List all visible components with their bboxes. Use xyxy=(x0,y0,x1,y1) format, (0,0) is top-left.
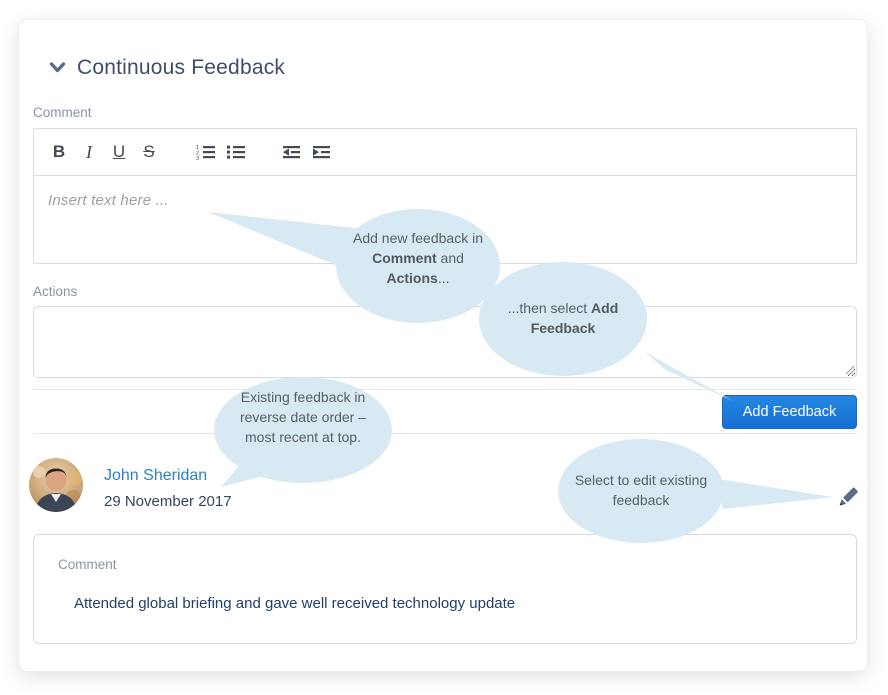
ordered-list-icon[interactable]: 1 2 3 xyxy=(192,137,218,167)
underline-button[interactable]: U xyxy=(106,137,132,167)
feedback-comment-label: Comment xyxy=(58,557,117,572)
bullet-list-icon[interactable] xyxy=(222,137,248,167)
avatar[interactable] xyxy=(29,458,83,512)
add-feedback-button[interactable]: Add Feedback xyxy=(722,395,857,429)
chevron-down-icon[interactable] xyxy=(49,61,66,75)
feedback-author-link[interactable]: John Sheridan xyxy=(104,467,207,485)
edit-feedback-button[interactable] xyxy=(833,483,863,513)
comment-field-label: Comment xyxy=(33,105,92,120)
feedback-date: 29 November 2017 xyxy=(104,493,232,510)
page-title: Continuous Feedback xyxy=(77,56,285,80)
feedback-comment-text: Attended global briefing and gave well r… xyxy=(74,595,515,612)
continuous-feedback-page: Continuous Feedback Comment B I U S 1 2 … xyxy=(0,0,888,695)
actions-field-label: Actions xyxy=(33,284,77,299)
continuous-feedback-card: Continuous Feedback Comment B I U S 1 2 … xyxy=(18,19,868,672)
outdent-icon[interactable] xyxy=(278,137,304,167)
svg-text:3: 3 xyxy=(196,156,199,160)
actions-textarea[interactable] xyxy=(33,306,857,378)
actions-field xyxy=(33,306,857,378)
comment-placeholder: Insert text here ... xyxy=(48,192,169,209)
bold-button[interactable]: B xyxy=(46,137,72,167)
pencil-icon xyxy=(834,483,862,511)
italic-button[interactable]: I xyxy=(76,137,102,167)
comment-editor: B I U S 1 2 3 xyxy=(33,128,857,264)
section-divider xyxy=(33,389,857,390)
comment-textarea[interactable]: Insert text here ... xyxy=(34,176,856,226)
richtext-toolbar: B I U S 1 2 3 xyxy=(34,129,856,176)
section-divider xyxy=(33,433,857,434)
indent-icon[interactable] xyxy=(308,137,334,167)
feedback-comment-box: Comment Attended global briefing and gav… xyxy=(33,534,857,644)
panel-header: Continuous Feedback xyxy=(49,56,285,80)
strikethrough-button[interactable]: S xyxy=(136,137,162,167)
